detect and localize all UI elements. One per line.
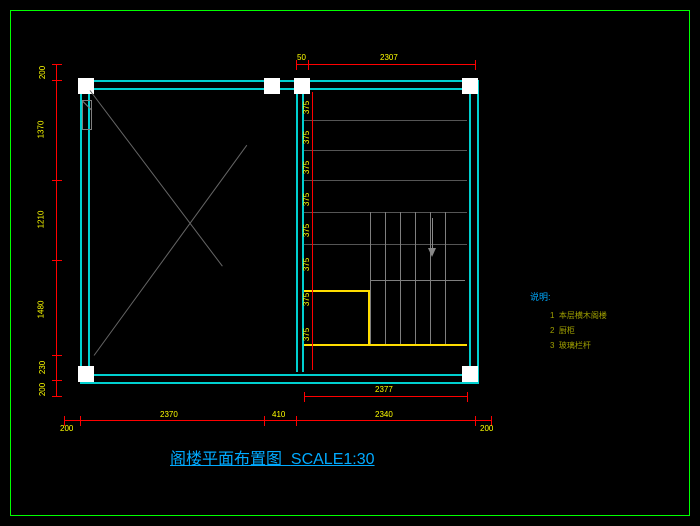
dim-bot-inner <box>304 396 467 397</box>
tick <box>308 60 309 70</box>
tick <box>52 180 62 181</box>
dim-bot <box>64 420 492 421</box>
dim-top-d2: 2307 <box>380 53 398 62</box>
stair <box>430 212 431 344</box>
dim-b4: 200 <box>480 424 493 433</box>
legend-3: 3 玻璃栏杆 <box>550 340 591 351</box>
tick <box>304 392 305 402</box>
tick <box>52 80 62 81</box>
pillar-tr <box>462 78 478 94</box>
balustrade-h <box>304 290 370 292</box>
balustrade-h2 <box>304 344 467 346</box>
tick <box>52 64 62 65</box>
balustrade-v <box>368 290 370 344</box>
title-scale: SCALE1:30 <box>291 451 375 468</box>
tick <box>80 416 81 426</box>
dim-l0: 200 <box>38 66 47 79</box>
tick <box>475 416 476 426</box>
legend-num: 2 <box>550 326 554 335</box>
tick <box>264 416 265 426</box>
stair-arrow-icon <box>428 248 436 257</box>
partition-vertical <box>296 88 298 372</box>
dim-ri-6: 375 <box>302 258 311 271</box>
tick <box>467 392 468 402</box>
dim-ri-8: 375 <box>302 328 311 341</box>
legend-num: 3 <box>550 341 554 350</box>
drawing-title: 阁楼平面布置图 SCALE1:30 <box>170 445 375 469</box>
pillar-tm2 <box>294 78 310 94</box>
dim-right-inner <box>312 92 313 370</box>
tick <box>296 416 297 426</box>
stair <box>370 212 371 344</box>
legend-1: 1 本层横木阁楼 <box>550 310 607 321</box>
dim-l4: 230 <box>38 361 47 374</box>
dim-l2: 1210 <box>36 211 45 229</box>
legend-text: 厨柜 <box>559 326 575 335</box>
pillar-bl <box>78 366 94 382</box>
dim-top <box>296 64 476 65</box>
dim-l5: 200 <box>38 383 47 396</box>
dim-ri-5: 375 <box>302 224 311 237</box>
dim-top-d1: 50 <box>297 53 306 62</box>
cad-canvas: 50 2307 2377 200 2370 410 2340 200 200 1… <box>0 0 700 526</box>
tick <box>52 380 62 381</box>
stair-direction-line <box>432 218 433 248</box>
shelf-1 <box>304 120 467 121</box>
dim-ri-2: 375 <box>302 131 311 144</box>
dim-b2: 410 <box>272 410 285 419</box>
shelf-2 <box>304 150 467 151</box>
legend-num: 1 <box>550 311 554 320</box>
dim-ri-3: 375 <box>302 161 311 174</box>
title-text: 阁楼平面布置图 <box>170 451 282 468</box>
dim-l1: 1370 <box>36 121 45 139</box>
stair <box>445 212 446 344</box>
tick <box>52 396 62 397</box>
dim-b1: 2370 <box>160 410 178 419</box>
tick <box>475 60 476 70</box>
tick <box>52 260 62 261</box>
dim-b3: 2340 <box>375 410 393 419</box>
pillar-tm <box>264 78 280 94</box>
pillar-br <box>462 366 478 382</box>
shelf-3 <box>304 180 467 181</box>
legend-text: 本层横木阁楼 <box>559 311 607 320</box>
dim-left <box>56 64 57 396</box>
dim-ri-1: 375 <box>302 101 311 114</box>
stair <box>415 212 416 344</box>
stair <box>385 212 386 344</box>
tick <box>52 355 62 356</box>
legend-text: 玻璃栏杆 <box>559 341 591 350</box>
inner-wall <box>88 88 471 376</box>
legend-2: 2 厨柜 <box>550 325 575 336</box>
stair-landing <box>370 280 465 281</box>
dim-ri-4: 375 <box>302 193 311 206</box>
dim-l3: 1480 <box>36 301 45 319</box>
dim-ri-7: 375 <box>302 293 311 306</box>
stair <box>400 212 401 344</box>
dim-bot-inner-d1: 2377 <box>375 385 393 394</box>
dim-b0: 200 <box>60 424 73 433</box>
legend-heading: 说明: <box>530 290 551 303</box>
